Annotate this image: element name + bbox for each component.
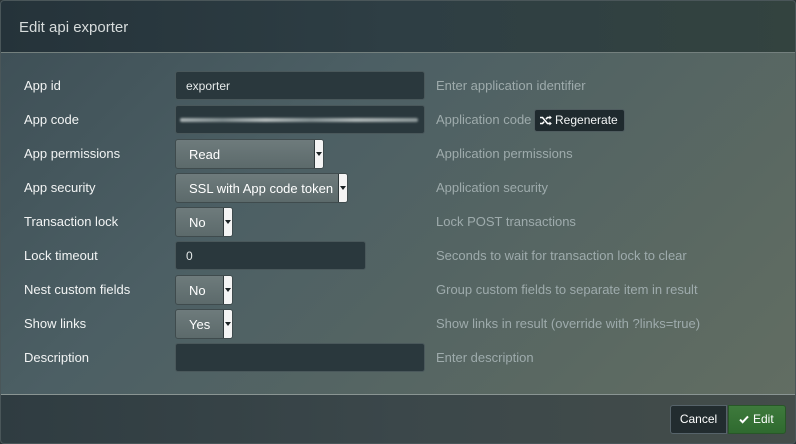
check-icon bbox=[739, 415, 749, 424]
app-code-label: App code bbox=[24, 112, 79, 127]
app-permissions-value: Read bbox=[189, 147, 221, 162]
description-help: Enter description bbox=[436, 350, 534, 365]
nest-custom-fields-label: Nest custom fields bbox=[24, 282, 131, 297]
app-id-label: App id bbox=[24, 78, 61, 93]
cancel-button[interactable]: Cancel bbox=[670, 405, 727, 434]
shuffle-icon bbox=[540, 115, 552, 126]
lock-timeout-input[interactable] bbox=[175, 241, 366, 270]
form-row-transaction-lock: Transaction lock No Lock POST transactio… bbox=[1, 206, 795, 240]
form-row-show-links: Show links Yes Show links in result (ove… bbox=[1, 308, 795, 342]
description-input[interactable] bbox=[175, 343, 425, 372]
form-row-lock-timeout: Lock timeout Seconds to wait for transac… bbox=[1, 240, 795, 274]
show-links-help: Show links in result (override with ?lin… bbox=[436, 316, 701, 331]
form-row-app-id: App id Enter application identifier bbox=[1, 70, 795, 104]
app-security-help: Application security bbox=[436, 180, 548, 195]
dialog-title: Edit api exporter bbox=[19, 19, 129, 36]
nest-custom-fields-help: Group custom fields to separate item in … bbox=[436, 282, 698, 297]
show-links-select[interactable]: Yes bbox=[175, 309, 233, 339]
form-row-description: Description Enter description bbox=[1, 342, 795, 376]
dialog-header: Edit api exporter bbox=[1, 1, 795, 53]
show-links-value: Yes bbox=[189, 317, 211, 332]
lock-timeout-label: Lock timeout bbox=[24, 248, 98, 263]
transaction-lock-value: No bbox=[189, 215, 206, 230]
form-row-app-security: App security SSL with App code token App… bbox=[1, 172, 795, 206]
app-permissions-help: Application permissions bbox=[436, 146, 573, 161]
app-permissions-select[interactable]: Read bbox=[175, 139, 324, 169]
chevron-down-icon bbox=[338, 174, 347, 202]
regenerate-label: Regenerate bbox=[555, 113, 618, 127]
transaction-lock-select[interactable]: No bbox=[175, 207, 233, 237]
chevron-down-icon bbox=[314, 140, 323, 168]
app-code-masked-value bbox=[180, 118, 418, 122]
edit-button[interactable]: Edit bbox=[728, 405, 786, 434]
app-id-help: Enter application identifier bbox=[436, 78, 586, 93]
app-permissions-label: App permissions bbox=[24, 146, 121, 161]
nest-custom-fields-value: No bbox=[189, 283, 206, 298]
transaction-lock-help: Lock POST transactions bbox=[436, 214, 576, 229]
edit-dialog: Edit api exporter App id Enter applicati… bbox=[0, 0, 796, 444]
app-id-input[interactable] bbox=[175, 71, 425, 100]
description-label: Description bbox=[24, 350, 90, 365]
form-row-app-permissions: App permissions Read Application permiss… bbox=[1, 138, 795, 172]
lock-timeout-help: Seconds to wait for transaction lock to … bbox=[436, 248, 687, 263]
regenerate-button[interactable]: Regenerate bbox=[534, 109, 625, 132]
app-security-label: App security bbox=[24, 180, 96, 195]
app-code-input[interactable] bbox=[175, 105, 425, 134]
chevron-down-icon bbox=[223, 276, 232, 304]
nest-custom-fields-select[interactable]: No bbox=[175, 275, 233, 305]
form-row-app-code: App code Application code Regenerate bbox=[1, 104, 795, 138]
show-links-label: Show links bbox=[24, 316, 87, 331]
dialog-footer: Cancel Edit bbox=[1, 394, 795, 443]
edit-label: Edit bbox=[753, 412, 774, 426]
chevron-down-icon bbox=[223, 208, 232, 236]
chevron-down-icon bbox=[223, 310, 232, 338]
transaction-lock-label: Transaction lock bbox=[24, 214, 119, 229]
form-row-nest-custom-fields: Nest custom fields No Group custom field… bbox=[1, 274, 795, 308]
app-security-value: SSL with App code token bbox=[189, 181, 334, 196]
app-code-help: Application code bbox=[436, 112, 532, 127]
app-security-select[interactable]: SSL with App code token bbox=[175, 173, 348, 203]
